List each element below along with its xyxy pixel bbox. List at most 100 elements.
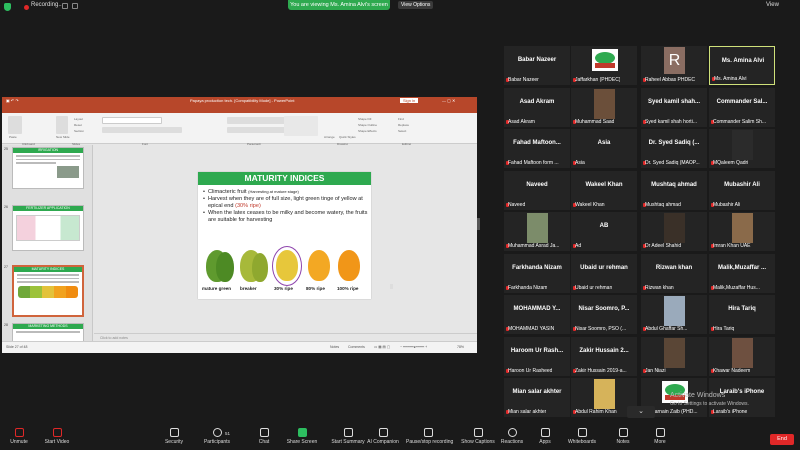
ai-companion-button[interactable]: AI Companion [361, 423, 405, 445]
security-button[interactable]: Security [152, 423, 196, 445]
participant-tile[interactable]: Farkhanda Nizam Farkhanda Nizam [504, 254, 570, 293]
participant-tile[interactable]: Malik,Muzaffar ... Malik,Muzaffar Hus... [709, 254, 775, 293]
view-button[interactable]: View [766, 2, 779, 8]
view-options-button[interactable]: View Options [398, 1, 434, 9]
arrange-label[interactable]: Arrange [324, 135, 335, 139]
participant-display-name: AB [599, 223, 609, 229]
gallery-next-page-chevron-icon[interactable]: ⌄ [627, 406, 655, 418]
paste-icon[interactable] [8, 116, 22, 134]
reset-label[interactable]: Reset [74, 123, 82, 127]
shape-fill-label[interactable]: Shape Fill [358, 117, 371, 121]
thumb-table [16, 215, 80, 241]
label-100-ripe: 100% ripe [337, 286, 359, 291]
align-buttons[interactable] [227, 127, 287, 133]
view-buttons-icon[interactable]: ▭ ▦ ▤ ▢ [374, 345, 390, 349]
more-button[interactable]: More [638, 423, 682, 445]
participant-tile[interactable]: Naveed Naveed [504, 171, 570, 210]
label-breaker: breaker [240, 286, 257, 291]
slide-thumbnail[interactable]: IRRIGATION [12, 147, 84, 189]
chat-icon [259, 428, 269, 437]
replace-label[interactable]: Replace [398, 123, 409, 127]
thumb-text-line [17, 281, 79, 283]
window-controls-icon[interactable]: — ▢ ✕ [442, 98, 455, 103]
split-handle[interactable] [477, 218, 480, 230]
comments-toggle[interactable]: Comments [348, 345, 365, 349]
shared-screen-powerpoint: ▣ ↶ ↷ Papaya production tech. [Compatibi… [2, 97, 477, 353]
participant-tile[interactable]: Jaffarkhan (PHDEC) [571, 46, 637, 85]
new-slide-icon[interactable] [56, 116, 68, 134]
activate-windows-watermark: Activate Windows Go to Settings to activ… [670, 392, 749, 408]
participant-tile[interactable]: Imran Khan UAE [709, 212, 775, 251]
participant-tile[interactable]: Nisar Soomro, P... Nisar Soomro, PSO (... [571, 295, 637, 334]
participant-tile[interactable]: Syed kamil shah... Syed kamil shah horti.… [641, 88, 707, 127]
slide-thumbnail[interactable]: FERTILIZER APPLICATION [12, 205, 84, 251]
notes-pane[interactable]: Click to add notes [94, 333, 477, 341]
participant-tile[interactable]: R Raheel Abbas PHDEC [641, 46, 707, 85]
participant-tile[interactable]: AB Ad [571, 212, 637, 251]
select-label[interactable]: Select [398, 129, 406, 133]
participant-tile[interactable]: Zakir Hussain 2... Zakir Hussain 2019-a..… [571, 337, 637, 376]
stop-recording-icon[interactable] [72, 3, 78, 9]
shape-effects-label[interactable]: Shape Effects [358, 129, 377, 133]
section-label[interactable]: Section [74, 129, 84, 133]
participant-display-name: Farkhanda Nizam [512, 265, 562, 271]
participant-tile[interactable]: Wakeel Khan Wakeel Khan [571, 171, 637, 210]
papaya-mature-green-2 [216, 252, 234, 282]
participant-tile[interactable]: Rizwan khan Rizwan khan [641, 254, 707, 293]
participant-tile[interactable]: Dr. Syed Sadiq (... Dr. Syed Sadiq (MAOP.… [641, 129, 707, 168]
participant-tile[interactable]: Mushtaq ahmad Mushtaq ahmad [641, 171, 707, 210]
paragraph-buttons[interactable] [227, 117, 287, 124]
participant-name-label: Zakir Hussain 2019-a... [575, 368, 627, 374]
participant-tile[interactable]: Ubaid ur rehman Ubaid ur rehman [571, 254, 637, 293]
participant-tile[interactable]: Haroom Ur Rash... Haroon Ur Rasheed [504, 337, 570, 376]
pause-recording-icon[interactable] [62, 3, 68, 9]
participant-tile[interactable]: Babar Nazeer Babar Nazeer [504, 46, 570, 85]
participant-display-name: Mubashir Ali [724, 182, 760, 188]
shape-outline-label[interactable]: Shape Outline [358, 123, 377, 127]
find-label[interactable]: Find [398, 117, 404, 121]
participant-tile[interactable]: Ms. Amina Alvi Ms. Amina Alvi [709, 46, 775, 85]
participant-tile[interactable]: MOHAMMAD Y... MOHAMMAD YASIN [504, 295, 570, 334]
font-format-buttons[interactable] [102, 127, 182, 133]
participant-tile[interactable]: Muhammad Saad [571, 88, 637, 127]
participant-tile[interactable]: Mubashir Ali Mubashir Ali [709, 171, 775, 210]
end-meeting-button[interactable]: End [770, 434, 794, 445]
papaya-30-ripe [276, 250, 298, 281]
participant-tile[interactable]: Fahad Maftoon... Fahad Maftoon form ... [504, 129, 570, 168]
participant-video-photo [527, 213, 548, 243]
participant-tile[interactable]: Jan Niazi [641, 337, 707, 376]
participant-tile[interactable]: Abdul Ghaffar Sh... [641, 295, 707, 334]
notes-toggle[interactable]: Notes [330, 345, 339, 349]
participant-tile[interactable]: Hira Tariq Hira Tariq [709, 295, 775, 334]
participant-tile[interactable]: Asia Asia [571, 129, 637, 168]
start-video-button[interactable]: Start Video [35, 423, 79, 445]
current-slide[interactable]: MATURITY INDICES Climacteric fruit (Harv… [198, 172, 371, 299]
notes-icon [618, 428, 628, 437]
participant-tile[interactable]: Commander Sal... Commander Salim Sh... [709, 88, 775, 127]
quick-styles-label[interactable]: Quick Styles [339, 135, 356, 139]
thumb-title: IRRIGATION [13, 148, 83, 153]
participant-tile[interactable]: Khawar Nadeem [709, 337, 775, 376]
slide-thumbnail-selected[interactable]: MATURITY INDICES [12, 265, 84, 317]
layout-label[interactable]: Layout [74, 117, 83, 121]
security-shield-icon[interactable] [4, 3, 11, 11]
pause-stop-recording-button[interactable]: Pause/stop recording [406, 423, 453, 445]
papaya-breaker-2 [252, 253, 268, 282]
participant-tile[interactable]: Mian salar akhter Mian salar akhter [504, 378, 570, 417]
participant-tile[interactable]: Muhammad Asrad Ja... [504, 212, 570, 251]
zoom-level[interactable]: 78% [457, 345, 464, 349]
font-name-box[interactable] [102, 117, 162, 124]
slide-title: MATURITY INDICES [198, 172, 371, 185]
participants-button[interactable]: Participants [195, 423, 239, 445]
zoom-slider[interactable]: − ━━━━━●━━━━ + [400, 345, 427, 349]
sign-in-button[interactable]: Sign in [400, 98, 419, 103]
ppt-quick-access-icon[interactable]: ▣ ↶ ↷ [6, 98, 19, 103]
slide-thumbnail[interactable]: MARKETING METHODS [12, 323, 84, 341]
phdec-logo-icon [592, 49, 618, 71]
participant-tile[interactable]: Dr Adeel Shahid [641, 212, 707, 251]
whiteboards-button[interactable]: Whiteboards [560, 423, 604, 445]
participant-tile[interactable]: Asad Akram Asad Akram [504, 88, 570, 127]
shapes-gallery[interactable] [284, 116, 318, 136]
participant-tile[interactable]: MQaleem Qadri [709, 129, 775, 168]
share-screen-button[interactable]: Share Screen [280, 423, 324, 445]
